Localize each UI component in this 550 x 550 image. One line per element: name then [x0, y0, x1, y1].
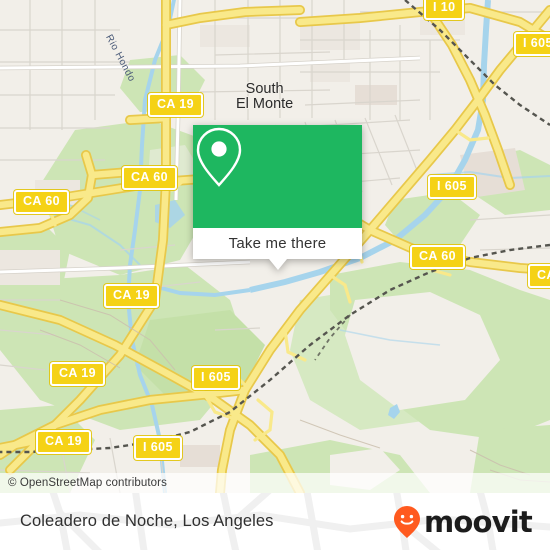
map-canvas[interactable]: Rio Hondo South El Monte CA 19 CA 60 CA … — [0, 0, 550, 493]
footer-bar: Coleadero de Noche, Los Angeles moovit — [0, 493, 550, 550]
moovit-map-screenshot: Rio Hondo South El Monte CA 19 CA 60 CA … — [0, 0, 550, 550]
shield-i-10[interactable]: I 10 — [424, 0, 465, 20]
shield-ca-19-mid[interactable]: CA 19 — [104, 284, 159, 308]
moovit-pin-smile-icon — [394, 505, 421, 538]
take-me-there-card[interactable]: Take me there — [193, 125, 362, 270]
shield-ca-19-north[interactable]: CA 19 — [148, 93, 203, 117]
footer-content: Coleadero de Noche, Los Angeles moovit — [0, 493, 550, 550]
card-pointer-tail — [269, 259, 287, 270]
shield-i-605-mid[interactable]: I 605 — [192, 366, 240, 390]
map-pin-icon — [196, 127, 242, 187]
shield-ca-60-left[interactable]: CA 60 — [14, 190, 69, 214]
moovit-wordmark: moovit — [424, 504, 533, 539]
shield-i-605-topright[interactable]: I 605 — [514, 32, 550, 56]
shield-ca-60-right[interactable]: CA 60 — [410, 245, 465, 269]
shield-ca-19-lower[interactable]: CA 19 — [50, 362, 105, 386]
location-title: Coleadero de Noche, Los Angeles — [20, 512, 274, 530]
map-attribution: © OpenStreetMap contributors — [0, 473, 550, 493]
moovit-logo[interactable]: moovit — [392, 504, 533, 539]
card-action-bar[interactable]: Take me there — [193, 228, 362, 259]
shield-ca-19-bottom[interactable]: CA 19 — [36, 430, 91, 454]
shield-ca-edge[interactable]: CA — [528, 264, 550, 288]
shield-i-605-lower[interactable]: I 605 — [134, 436, 182, 460]
shield-ca-60-upper[interactable]: CA 60 — [122, 166, 177, 190]
card-action-label: Take me there — [228, 235, 327, 252]
shield-i-605-right[interactable]: I 605 — [428, 175, 476, 199]
card-marker-area — [193, 125, 362, 228]
attribution-text: © OpenStreetMap contributors — [8, 477, 167, 489]
